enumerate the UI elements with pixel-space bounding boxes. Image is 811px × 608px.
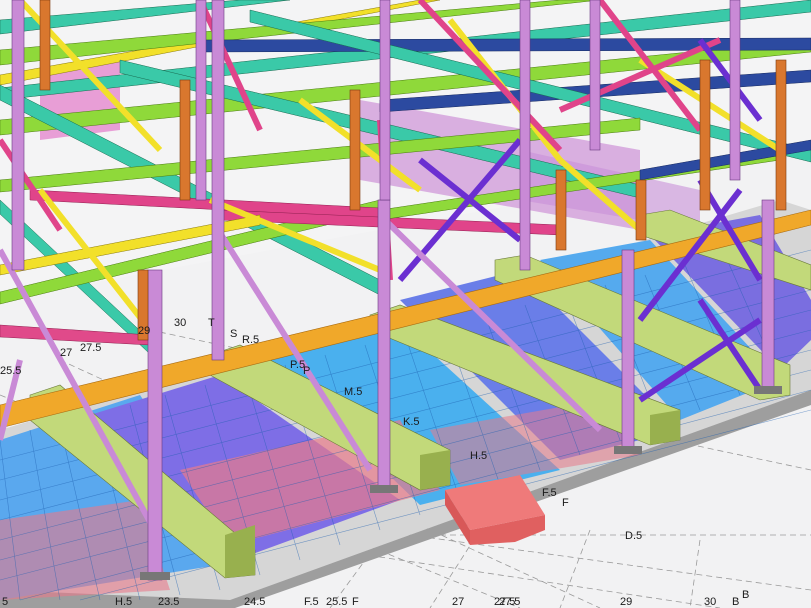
grid-label-bottom-23-5: 23.5	[158, 596, 179, 608]
grid-label-f5: F.5	[542, 487, 557, 499]
column-base-plate-4	[754, 386, 782, 394]
grade-beam-2-side	[420, 450, 450, 490]
grid-label-bottom-24-5: 24.5	[244, 596, 265, 608]
column-orange-6	[775, 59, 787, 211]
column-11	[729, 0, 741, 181]
column-base-plate-1	[140, 572, 170, 580]
grid-label-s: S	[230, 328, 237, 340]
column-5	[761, 199, 775, 391]
grid-label-k5: K.5	[403, 416, 420, 428]
column-orange-3	[349, 89, 361, 211]
grid-label-f: F	[562, 497, 569, 509]
column-3	[211, 0, 225, 361]
column-orange-5	[635, 179, 647, 241]
column-10	[589, 0, 601, 151]
model-viewport[interactable]: 29 30 T S R.5 27 27.5 25.5 P.5 P M.5 K.5…	[0, 0, 811, 608]
grid-label-d5: D.5	[625, 530, 642, 542]
grid-label-27-5: 27.5	[80, 342, 101, 354]
grid-label-30: 30	[174, 317, 186, 329]
grid-label-bottom-27: 27	[452, 596, 464, 608]
grid-label-h5: H.5	[470, 450, 487, 462]
grid-label-bottom-h5: H.5	[115, 596, 132, 608]
column-7	[195, 0, 207, 201]
grid-label-r5: R.5	[242, 334, 259, 346]
grid-label-bottom-b: B	[732, 596, 739, 608]
grid-label-29: 29	[138, 325, 150, 337]
column-8	[379, 0, 391, 201]
column-orange-4	[555, 169, 567, 251]
grid-label-bottom-b-2: B	[742, 589, 749, 601]
grade-beam-3-side	[650, 410, 680, 445]
grid-label-bottom-30: 30	[704, 596, 716, 608]
grid-label-bottom-29: 29	[620, 596, 632, 608]
grid-label-bottom-f: F	[352, 596, 359, 608]
column-4	[621, 249, 635, 451]
column-base-plate-3	[614, 446, 642, 454]
column-6	[11, 0, 25, 271]
structural-model-scene[interactable]: 29 30 T S R.5 27 27.5 25.5 P.5 P M.5 K.5…	[0, 0, 811, 608]
column-9	[519, 0, 531, 271]
column-base-plate-2	[370, 485, 398, 493]
grid-label-m5: M.5	[344, 386, 362, 398]
grid-label-bottom-27-5-b: 27.5	[499, 596, 520, 608]
column-orange-8	[39, 0, 51, 91]
column-orange-7	[699, 59, 711, 211]
grid-label-27: 27	[60, 347, 72, 359]
grid-label-bottom-5: 5	[2, 596, 8, 608]
grid-label-p: P	[303, 365, 310, 377]
column-orange-2	[179, 79, 191, 201]
column-1	[147, 269, 163, 581]
grid-label-25-5: 25.5	[0, 365, 21, 377]
grid-label-bottom-f5: F.5	[304, 596, 319, 608]
grid-label-t: T	[208, 317, 215, 329]
grid-label-bottom-25-5: 25.5	[326, 596, 347, 608]
column-2	[377, 199, 391, 491]
